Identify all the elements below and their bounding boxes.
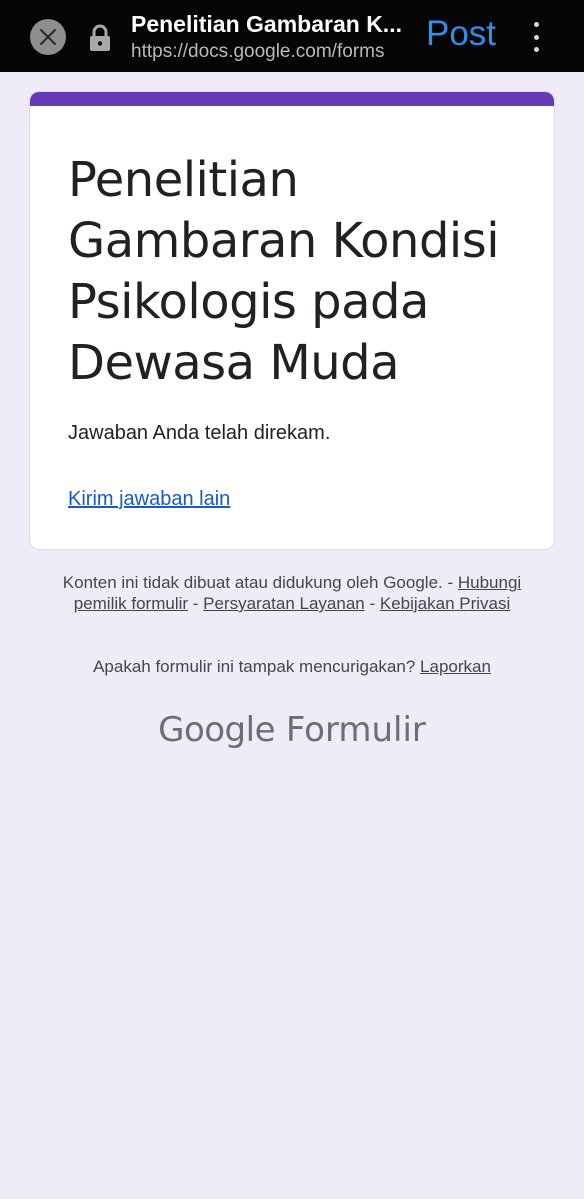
footer-disclaimer: Konten ini tidak dibuat atau didukung ol…	[62, 573, 522, 613]
browser-page-title: Penelitian Gambaran K...	[131, 11, 402, 37]
brand-google: Google	[158, 710, 275, 750]
report-row: Apakah formulir ini tampak mencurigakan?…	[40, 655, 544, 678]
terms-link[interactable]: Persyaratan Layanan	[203, 594, 365, 613]
post-button[interactable]: Post	[426, 12, 496, 56]
report-question: Apakah formulir ini tampak mencurigakan?	[93, 657, 416, 676]
card-accent-bar	[30, 92, 554, 106]
more-dot-icon	[533, 47, 539, 52]
privacy-link[interactable]: Kebijakan Privasi	[380, 594, 510, 613]
form-card: Penelitian Gambaran Kondisi Psikologis p…	[29, 91, 555, 550]
confirmation-message: Jawaban Anda telah direkam.	[68, 422, 331, 444]
close-button[interactable]	[30, 19, 66, 55]
page-url: https://docs.google.com/forms	[131, 41, 385, 62]
browser-toolbar: Penelitian Gambaran K... https://docs.go…	[0, 0, 584, 72]
brand-product: Formulir	[285, 710, 426, 750]
google-forms-logo: Google Formulir	[0, 708, 584, 752]
submit-another-link[interactable]: Kirim jawaban lain	[68, 485, 230, 513]
address-bar[interactable]: Penelitian Gambaran K... https://docs.go…	[131, 9, 409, 65]
close-icon	[40, 29, 56, 45]
lock-icon	[88, 24, 112, 52]
report-link[interactable]: Laporkan	[420, 657, 491, 676]
more-dot-icon	[533, 22, 539, 27]
more-menu-button[interactable]	[526, 22, 546, 52]
more-dot-icon	[533, 34, 539, 40]
form-title: Penelitian Gambaran Kondisi Psikologis p…	[68, 152, 500, 391]
disclaimer-text: Konten ini tidak dibuat atau didukung ol…	[62, 573, 443, 592]
